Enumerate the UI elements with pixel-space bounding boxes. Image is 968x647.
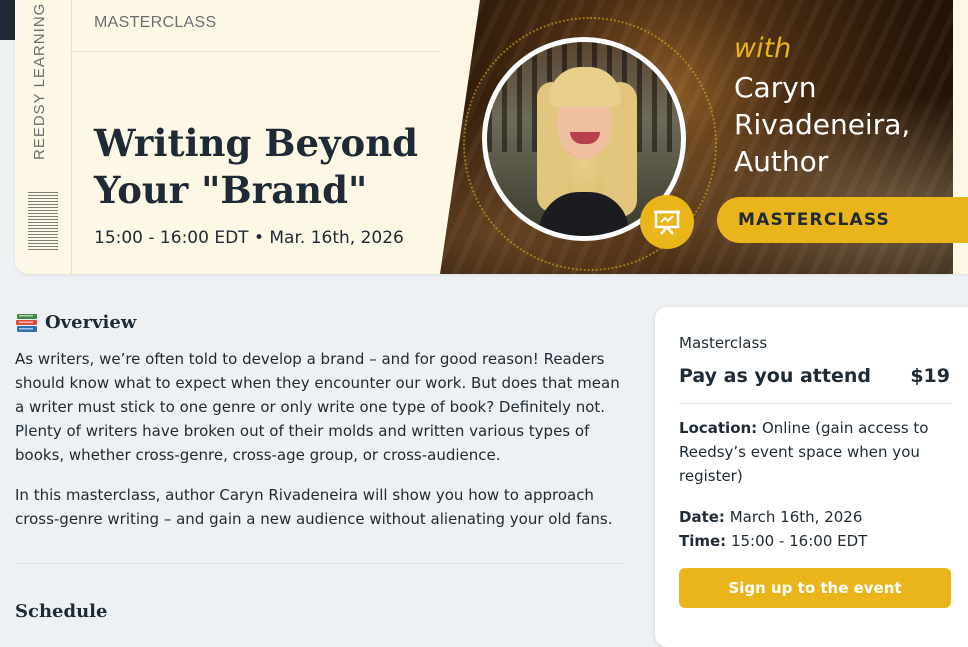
date-info: Date: March 16th, 2026	[679, 505, 862, 529]
pay-option-label: Pay as you attend	[679, 365, 871, 387]
presenter-line2: Rivadeneira,	[734, 108, 911, 141]
eyebrow-label: MASTERCLASS	[94, 14, 217, 31]
books-icon	[16, 313, 37, 332]
barcode-icon	[28, 190, 58, 250]
ticket-stub: REEDSY LEARNING	[15, 0, 72, 274]
overview-heading: Overview	[45, 312, 137, 333]
overview-header: Overview	[15, 312, 136, 333]
schedule-heading: Schedule	[15, 601, 108, 622]
ticket-type-label: Masterclass	[679, 334, 768, 352]
time-value: 15:00 - 16:00 EDT	[726, 532, 868, 550]
card-divider	[679, 403, 951, 404]
eyebrow-divider	[71, 51, 455, 52]
date-value: March 16th, 2026	[724, 508, 863, 526]
presenter-line3: Author	[734, 145, 829, 178]
event-datetime: 15:00 - 16:00 EDT • Mar. 16th, 2026	[94, 228, 404, 248]
masterclass-pill: MASTERCLASS	[717, 197, 968, 243]
presentation-board-icon	[640, 195, 694, 249]
location-label: Location:	[679, 419, 758, 437]
brand-label: REEDSY LEARNING	[31, 2, 48, 160]
event-title: Writing Beyond Your "Brand"	[94, 120, 454, 214]
time-info: Time: 15:00 - 16:00 EDT	[679, 529, 867, 553]
sign-up-button[interactable]: Sign up to the event	[679, 568, 951, 608]
event-title-line2: Your "Brand"	[94, 168, 368, 212]
presenter-line1: Caryn	[734, 71, 817, 104]
overview-paragraph-1: As writers, we’re often told to develop …	[15, 350, 620, 464]
price-value: $19	[910, 365, 950, 387]
presenter-prefix: with	[734, 33, 792, 64]
date-label: Date:	[679, 508, 725, 526]
overview-paragraph-2: In this masterclass, author Caryn Rivade…	[15, 486, 613, 528]
event-title-line1: Writing Beyond	[94, 121, 419, 165]
section-divider	[15, 563, 625, 564]
location-info: Location: Online (gain access to Reedsy’…	[679, 416, 939, 488]
presenter-name: Caryn Rivadeneira, Author	[734, 69, 954, 180]
time-label: Time:	[679, 532, 727, 550]
